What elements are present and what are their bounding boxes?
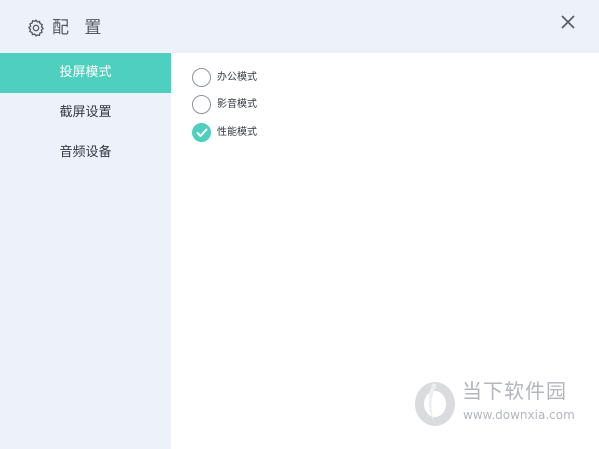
watermark-url: www.downxia.com [463, 408, 575, 422]
radio-button[interactable] [192, 68, 211, 87]
option-label: 影音模式 [217, 99, 257, 110]
sidebar-item-cast-mode[interactable]: 投屏模式 [0, 53, 171, 93]
sidebar-item-audio-device[interactable]: 音频设备 [0, 133, 171, 173]
radio-button[interactable] [192, 95, 211, 114]
sidebar: 投屏模式 截屏设置 音频设备 [0, 53, 171, 449]
window-title: 配 置 [52, 18, 107, 38]
radio-button-checked[interactable] [192, 123, 211, 142]
close-icon[interactable] [558, 12, 578, 32]
option-label: 性能模式 [217, 127, 257, 138]
checkmark-icon [196, 128, 208, 137]
config-window: 配 置 投屏模式 截屏设置 音频设备 办公模式 影音模式 性能模式 当下软件园 … [0, 0, 599, 449]
sidebar-item-screenshot-settings[interactable]: 截屏设置 [0, 93, 171, 133]
gear-icon [28, 19, 44, 37]
titlebar: 配 置 [0, 0, 599, 53]
watermark-brand: 当下软件园 [462, 379, 567, 403]
option-label: 办公模式 [217, 72, 257, 83]
watermark-logo-icon [415, 382, 455, 426]
